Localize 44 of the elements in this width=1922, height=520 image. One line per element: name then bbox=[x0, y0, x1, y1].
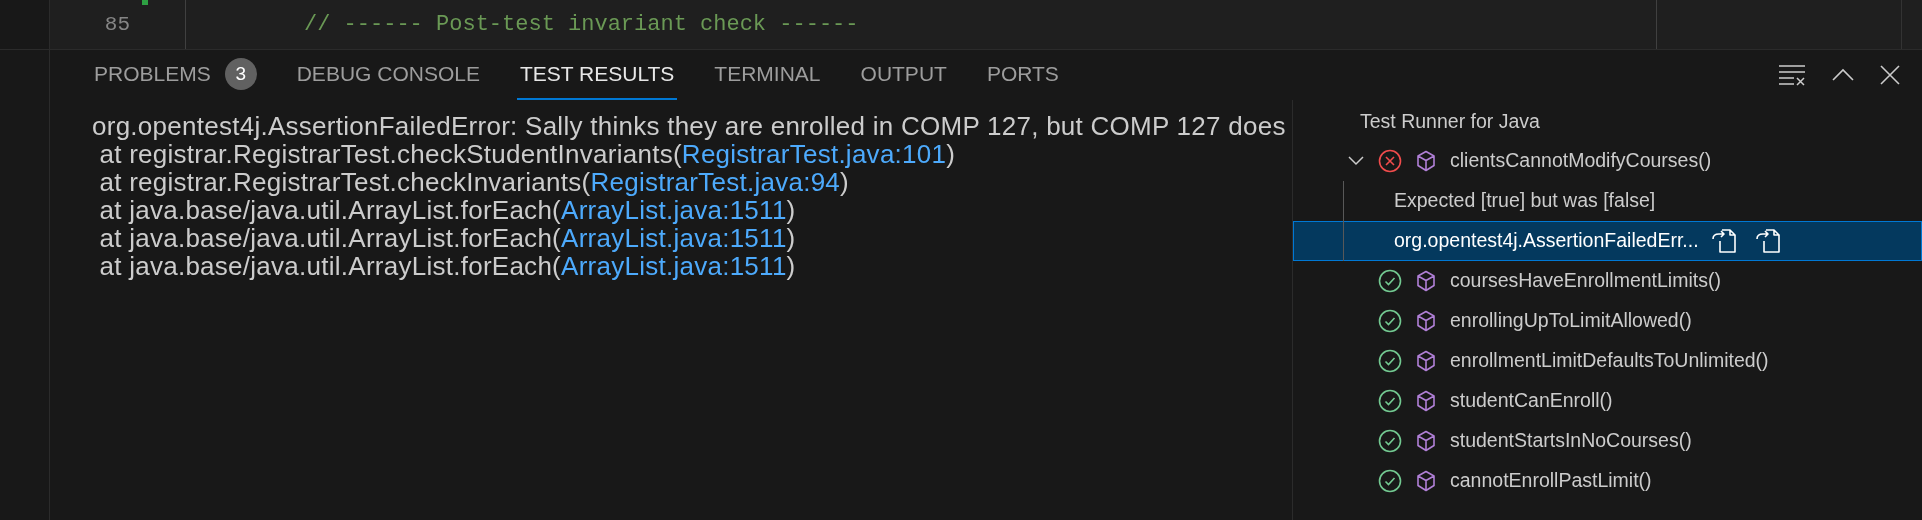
panel-tab[interactable]: OUTPUT bbox=[857, 50, 950, 100]
test-item[interactable]: enrollmentLimitDefaultsToUnlimited() bbox=[1293, 341, 1922, 381]
message-item[interactable]: Expected [true] but was [false] bbox=[1293, 181, 1922, 221]
output-line: at registrar.RegistrarTest.checkInvariants(RegistrarTest.java:94) bbox=[98, 168, 849, 196]
cube-icon bbox=[1416, 470, 1436, 492]
change-marker bbox=[142, 0, 148, 5]
panel-tab[interactable]: DEBUG CONSOLE bbox=[293, 50, 483, 100]
line-number: 85 bbox=[103, 11, 130, 38]
file-link[interactable]: ArrayList.java:1511 bbox=[561, 251, 787, 281]
test-item[interactable]: studentStartsInNoCourses() bbox=[1293, 421, 1922, 461]
output-line: at java.base/java.util.ArrayList.forEach(ArrayList.java:1511) bbox=[98, 196, 796, 224]
cube-icon bbox=[1416, 150, 1436, 172]
test-item[interactable]: enrollingUpToLimitAllowed() bbox=[1293, 301, 1922, 341]
cube-icon bbox=[1416, 310, 1436, 332]
chevron-up-icon[interactable] bbox=[1832, 68, 1854, 82]
chevron-down-icon[interactable] bbox=[1348, 156, 1364, 166]
cube-icon bbox=[1416, 430, 1436, 452]
file-link[interactable]: RegistrarTest.java:101 bbox=[681, 139, 947, 169]
close-icon[interactable] bbox=[1880, 65, 1900, 85]
test-item[interactable]: clientsCannotModifyCourses() bbox=[1293, 141, 1922, 181]
output-line: org.opentest4j.AssertionFailedError: Sally thinks they are enrolled in COMP 127, but COMP 127 does bbox=[92, 112, 1287, 140]
cube-icon bbox=[1416, 350, 1436, 372]
file-link[interactable]: RegistrarTest.java:94 bbox=[590, 167, 841, 197]
tree-title: Test Runner for Java bbox=[1359, 109, 1540, 134]
open-file-icon[interactable] bbox=[1710, 228, 1737, 254]
output-line: at java.base/java.util.ArrayList.forEach(ArrayList.java:1511) bbox=[98, 224, 797, 252]
test-item[interactable]: cannotEnrollPastLimit() bbox=[1293, 461, 1922, 501]
test-item[interactable]: studentCanEnroll() bbox=[1293, 381, 1922, 421]
file-link[interactable]: ArrayList.java:1511 bbox=[561, 195, 787, 225]
file-link[interactable]: ArrayList.java:1511 bbox=[561, 223, 787, 253]
cube-icon bbox=[1416, 270, 1436, 292]
clear-list-icon[interactable] bbox=[1778, 63, 1806, 87]
panel-tab[interactable]: PORTS bbox=[983, 50, 1062, 100]
panel-tab[interactable]: TERMINAL bbox=[711, 50, 824, 100]
panel-tab[interactable]: TEST RESULTS bbox=[516, 50, 678, 100]
code-comment: // ------ Post-test invariant check ------ bbox=[304, 11, 859, 39]
message-item-selected[interactable]: org.opentest4j.AssertionFailedErr... bbox=[1293, 221, 1922, 261]
test-item[interactable]: coursesHaveEnrollmentLimits() bbox=[1293, 261, 1922, 301]
panel-tab[interactable]: PROBLEMS 3 bbox=[91, 50, 260, 100]
output-line: at java.base/java.util.ArrayList.forEach(ArrayList.java:1511) bbox=[98, 252, 797, 280]
cube-icon bbox=[1416, 390, 1436, 412]
output-line: at registrar.RegistrarTest.checkStudentInvariants(RegistrarTest.java:101) bbox=[99, 140, 957, 168]
open-file-icon[interactable] bbox=[1754, 228, 1781, 254]
count-badge: 3 bbox=[224, 58, 257, 90]
